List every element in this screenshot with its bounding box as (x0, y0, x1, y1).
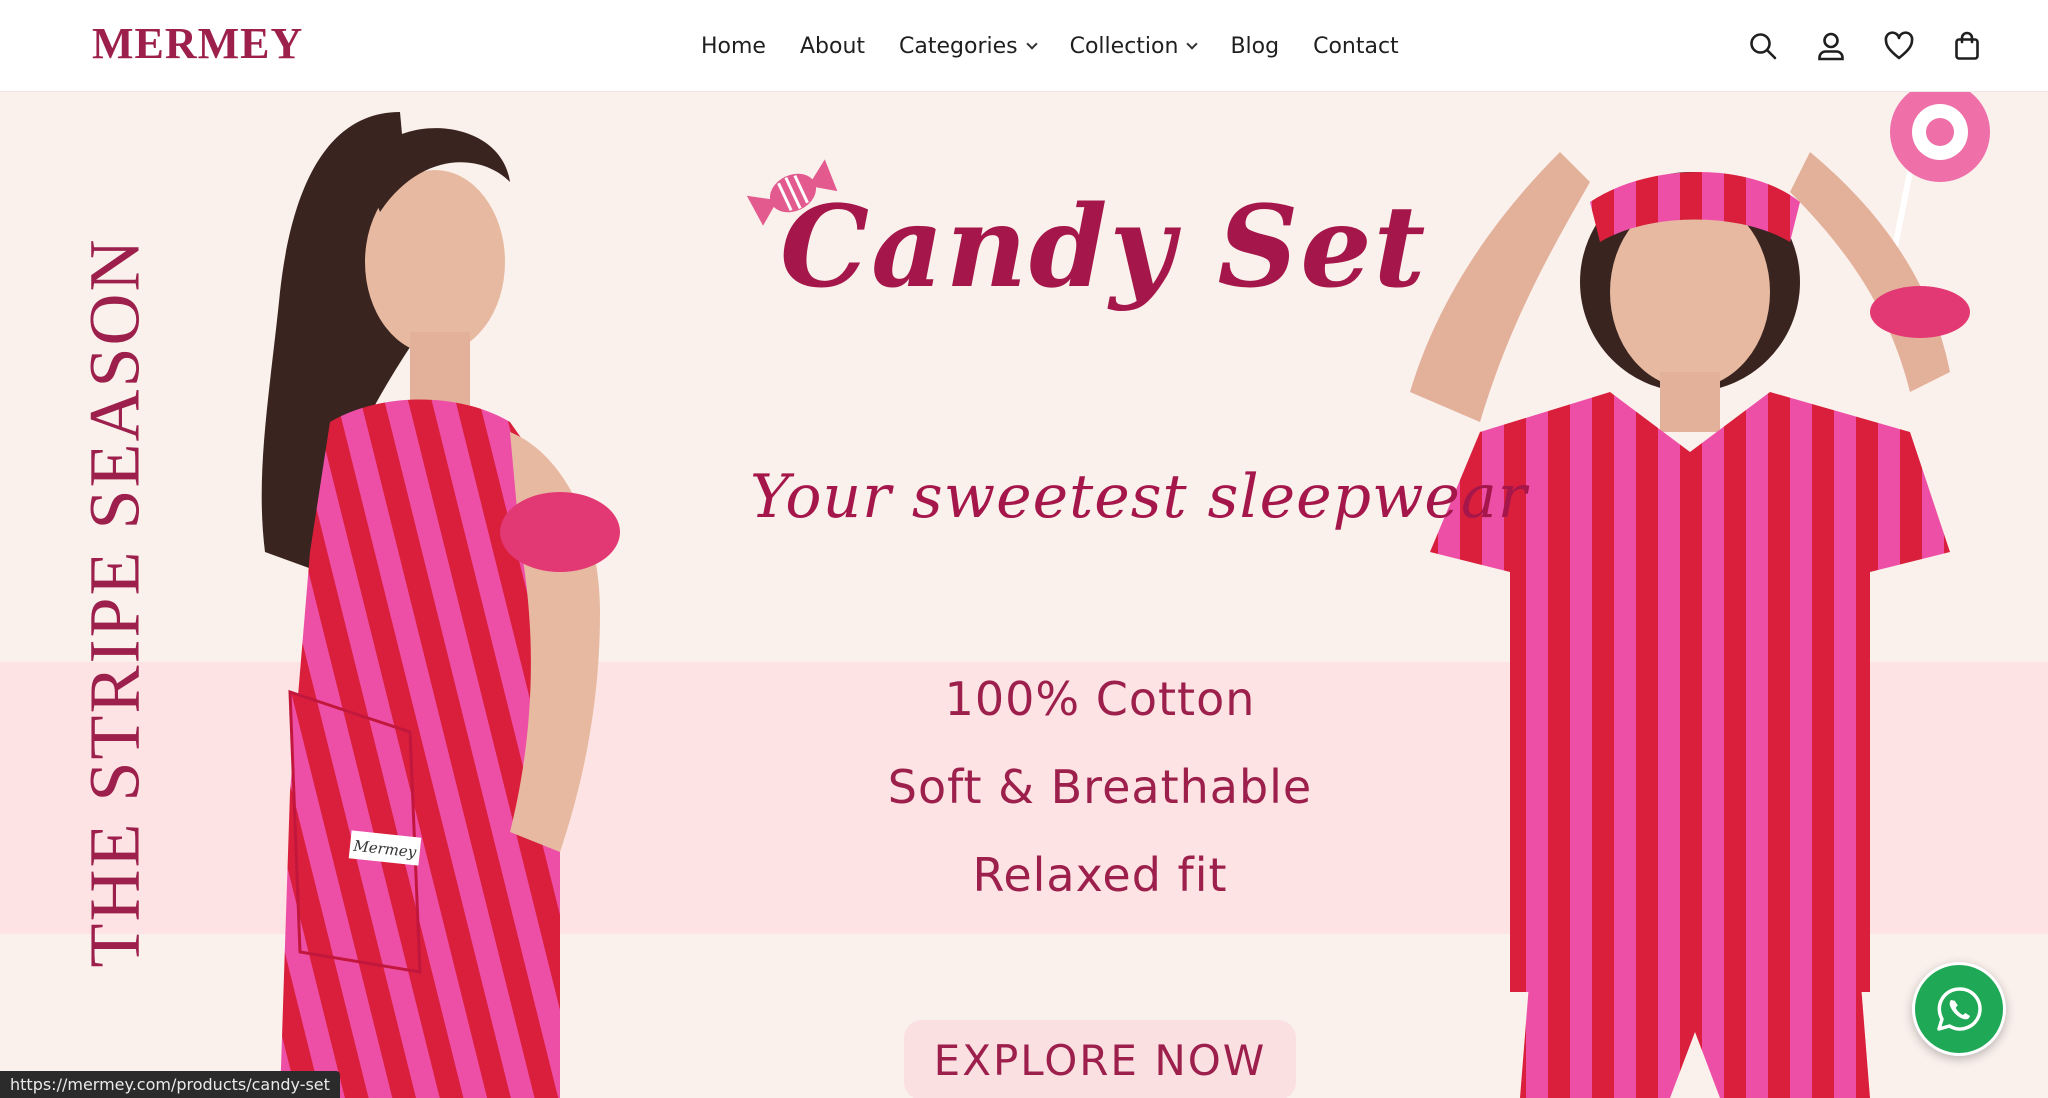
link-status-bar: https://mermey.com/products/candy-set (0, 1071, 340, 1098)
nav-about[interactable]: About (783, 34, 882, 59)
nav-categories[interactable]: Categories (882, 34, 1053, 59)
chevron-down-icon (1025, 38, 1038, 50)
feature-item: Relaxed fit (972, 848, 1228, 902)
hero-banner: THE STRIPE SEASON Mermey Candy Set Your … (0, 92, 2048, 1098)
feature-item: 100% Cotton (944, 672, 1256, 726)
search-icon[interactable] (1746, 29, 1780, 63)
nav-home[interactable]: Home (684, 34, 783, 59)
whatsapp-icon (1937, 987, 1982, 1031)
nav-collection-label: Collection (1069, 33, 1179, 59)
side-tagline-text: THE STRIPE SEASON (74, 236, 155, 968)
nav-about-label: About (799, 33, 866, 59)
chevron-down-icon (1186, 38, 1199, 50)
whatsapp-chat-button[interactable] (1912, 962, 2006, 1056)
nav-collection[interactable]: Collection (1053, 34, 1214, 59)
feature-list: 100% Cotton Soft & Breathable Relaxed fi… (800, 672, 1400, 902)
nav-categories-label: Categories (899, 33, 1018, 59)
side-tagline: THE STRIPE SEASON (40, 232, 190, 972)
site-header: MERMEY Home About Categories Collection … (0, 0, 2048, 92)
model-right-image (1410, 92, 1990, 1098)
nav-contact[interactable]: Contact (1296, 34, 1416, 59)
model-left-image: Mermey (261, 112, 620, 1098)
hero-subtitle: Your sweetest sleepwear (750, 462, 1528, 532)
account-icon[interactable] (1814, 29, 1848, 63)
nav-home-label: Home (701, 33, 766, 59)
explore-now-button[interactable]: EXPLORE NOW (904, 1020, 1296, 1098)
nav-blog[interactable]: Blog (1213, 34, 1296, 59)
header-actions (1746, 0, 1984, 92)
main-nav: Home About Categories Collection Blog Co… (684, 0, 1416, 92)
brand-logo[interactable]: MERMEY (92, 18, 303, 69)
nav-contact-label: Contact (1313, 33, 1399, 59)
cart-bag-icon[interactable] (1950, 29, 1984, 63)
wishlist-heart-icon[interactable] (1882, 29, 1916, 63)
feature-item: Soft & Breathable (887, 760, 1313, 814)
nav-blog-label: Blog (1230, 33, 1280, 59)
hero-title: Candy Set (780, 182, 1428, 313)
